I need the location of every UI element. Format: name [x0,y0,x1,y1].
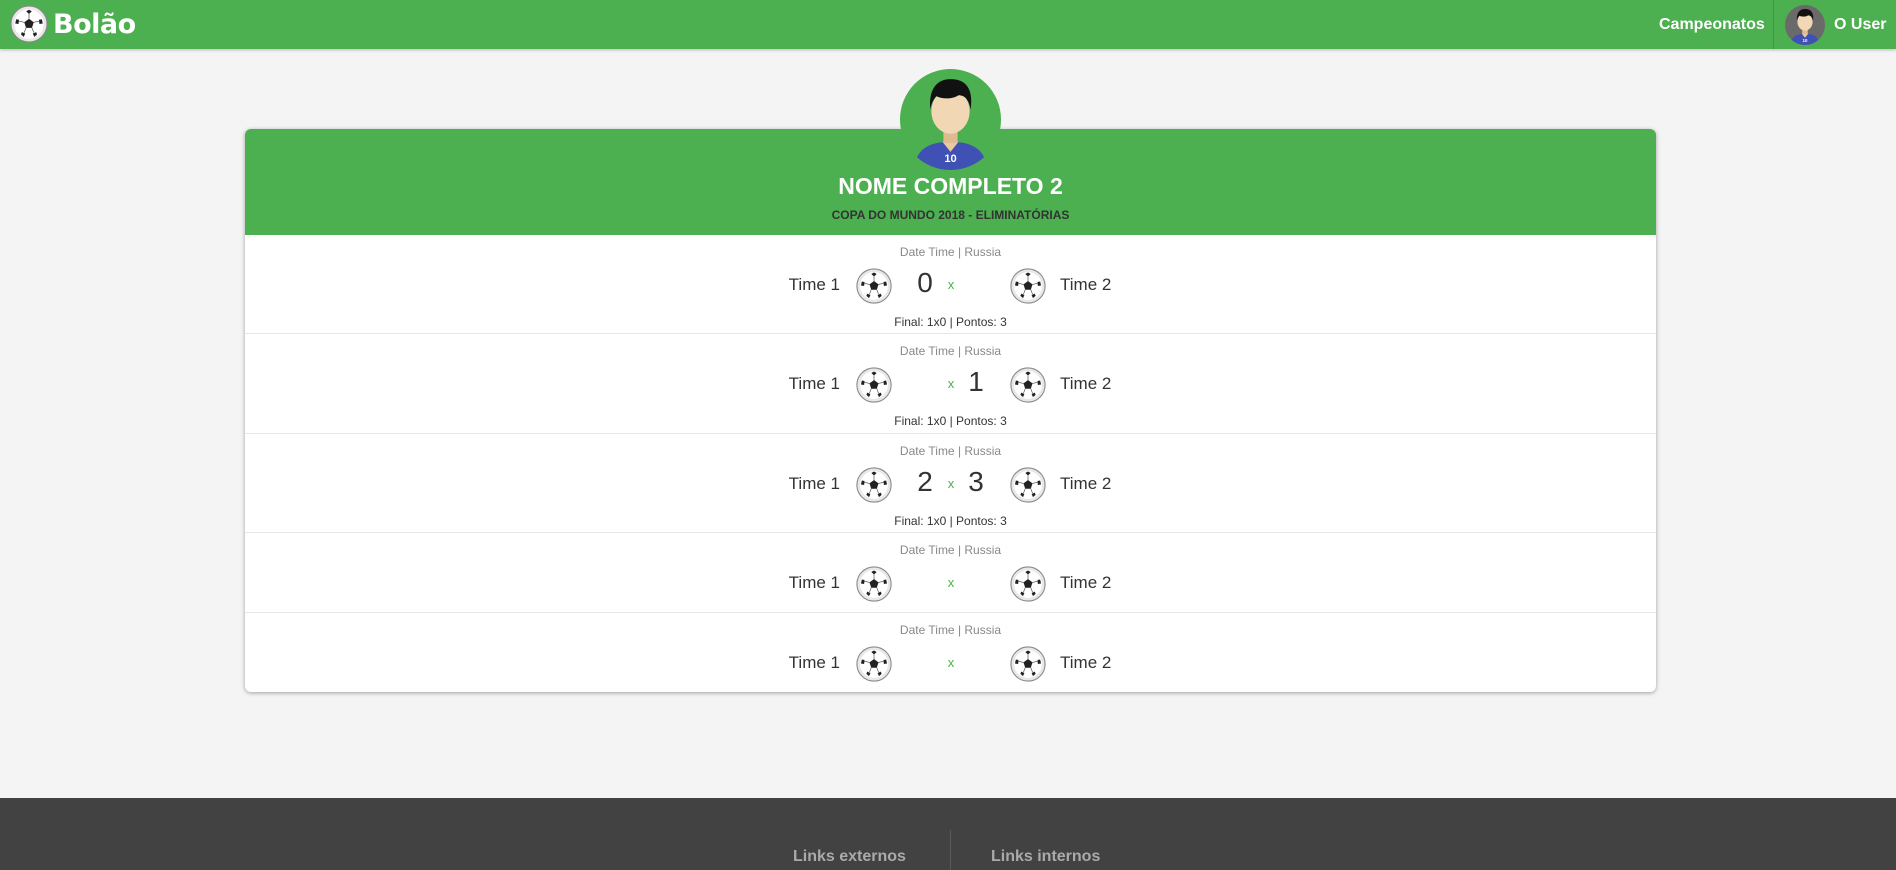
nav-link-campeonatos[interactable]: Campeonatos [1659,0,1765,49]
match-row[interactable]: Date Time | Russia Time 1 x 1 Time 2 Final: 1… [245,334,1656,434]
home-team-name: Time 1 [788,653,840,672]
away-team-name: Time 2 [1060,374,1112,393]
home-team-name: Time 1 [788,275,840,294]
away-score: 1 [968,366,984,397]
match-info: Date Time | Russia [899,543,1002,557]
away-team-name: Time 2 [1060,275,1112,294]
away-team-ball-icon [1010,268,1046,304]
profile-avatar [900,69,1001,170]
footer-external-links[interactable]: Links externos [793,848,906,866]
match-result: Final: 1x0 | Pontos: 3 [894,414,1007,428]
competition-name: COPA DO MUNDO 2018 - ELIMINATÓRIAS [831,208,1070,222]
away-team-ball-icon [1010,646,1046,682]
home-team-ball-icon [856,566,892,602]
home-team-ball-icon [856,367,892,403]
versus-separator: x [947,277,955,292]
home-team-ball-icon [856,268,892,304]
footer-internal-links[interactable]: Links internos [991,848,1100,866]
profile-card: NOME COMPLETO 2 COPA DO MUNDO 2018 - ELI… [245,129,1656,692]
profile-name: NOME COMPLETO 2 [838,173,1063,199]
brand-logo[interactable]: Bolão [10,5,136,43]
home-team-name: Time 1 [788,374,840,393]
home-team-name: Time 1 [788,573,840,592]
brand-name: Bolão [53,8,136,40]
match-result: Final: 1x0 | Pontos: 3 [894,514,1007,528]
avatar [1785,4,1825,45]
away-team-name: Time 2 [1060,474,1112,493]
user-name: O User [1834,15,1887,33]
match-info: Date Time | Russia [899,344,1002,358]
away-team-ball-icon [1010,566,1046,602]
user-menu[interactable]: O User [1785,3,1886,46]
footer-divider [950,830,951,870]
home-team-ball-icon [856,646,892,682]
away-team-ball-icon [1010,367,1046,403]
match-row[interactable]: Date Time | Russia Time 1 0 x Time 2 Final: 1… [245,235,1656,334]
match-row[interactable]: Date Time | Russia Time 1 x Time 2 [245,613,1656,692]
home-team-name: Time 1 [788,474,840,493]
versus-separator: x [947,575,955,590]
match-info: Date Time | Russia [899,623,1002,637]
match-row[interactable]: Date Time | Russia Time 1 x Time 2 [245,533,1656,613]
match-row[interactable]: Date Time | Russia Time 1 2 x 3 Time 2 Final: … [245,434,1656,533]
away-team-name: Time 2 [1060,573,1112,592]
away-score: 3 [968,466,984,497]
away-team-ball-icon [1010,467,1046,503]
match-result: Final: 1x0 | Pontos: 3 [894,315,1007,329]
away-team-name: Time 2 [1060,653,1112,672]
nav-divider [1773,0,1774,49]
home-team-ball-icon [856,467,892,503]
versus-separator: x [947,655,955,670]
navbar: Bolão Campeonatos O User [0,0,1896,49]
match-info: Date Time | Russia [899,444,1002,458]
match-info: Date Time | Russia [899,245,1002,259]
footer: Links externos Links internos [0,798,1896,870]
soccer-ball-icon [10,5,48,43]
